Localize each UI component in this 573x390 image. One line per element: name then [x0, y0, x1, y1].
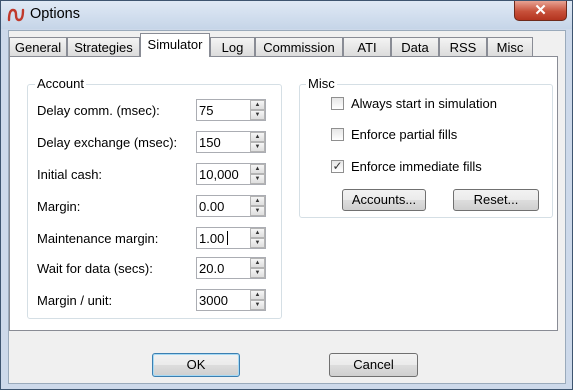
margin-per-unit-input[interactable]: [197, 290, 249, 310]
enforce-immediate-fills-checkbox[interactable]: ✓: [331, 160, 344, 173]
accounts-button[interactable]: Accounts...: [342, 189, 426, 211]
spin-up-icon[interactable]: ▲: [250, 196, 265, 206]
initial-cash-spinner[interactable]: ▲▼: [196, 163, 266, 185]
spin-down-icon[interactable]: ▼: [250, 206, 265, 216]
tab-log[interactable]: Log: [210, 37, 255, 56]
options-window: Options ✕ General Strategies Simulator L…: [0, 0, 573, 390]
initial-cash-input[interactable]: [197, 164, 249, 184]
delay-exchange-spinner[interactable]: ▲▼: [196, 131, 266, 153]
always-start-simulation-checkbox[interactable]: [331, 97, 344, 110]
spin-down-icon[interactable]: ▼: [250, 268, 265, 278]
delay-exchange-label: Delay exchange (msec):: [37, 135, 178, 150]
spin-down-icon[interactable]: ▼: [250, 174, 265, 184]
spin-down-icon[interactable]: ▼: [250, 300, 265, 310]
delay-exchange-input[interactable]: [197, 132, 249, 152]
margin-per-unit-label: Margin / unit:: [37, 293, 113, 308]
delay-comm-input[interactable]: [197, 100, 249, 120]
cancel-button[interactable]: Cancel: [329, 353, 418, 377]
tab-strategies[interactable]: Strategies: [67, 37, 140, 56]
tab-ati[interactable]: ATI: [343, 37, 391, 56]
wait-for-data-input[interactable]: [197, 258, 249, 278]
tab-misc[interactable]: Misc: [487, 37, 533, 56]
app-logo-icon: [7, 8, 25, 22]
spin-up-icon[interactable]: ▲: [250, 100, 265, 110]
tab-commission[interactable]: Commission: [255, 37, 343, 56]
tab-data[interactable]: Data: [391, 37, 439, 56]
close-button[interactable]: ✕: [514, 1, 567, 21]
text-caret: [227, 231, 228, 245]
ok-button[interactable]: OK: [152, 353, 240, 377]
spin-up-icon[interactable]: ▲: [250, 164, 265, 174]
maintenance-margin-spinner[interactable]: ▲▼: [196, 227, 266, 249]
spin-down-icon[interactable]: ▼: [250, 142, 265, 152]
enforce-partial-fills-checkbox[interactable]: [331, 128, 344, 141]
spin-up-icon[interactable]: ▲: [250, 228, 265, 238]
tab-general[interactable]: General: [9, 37, 67, 56]
spin-down-icon[interactable]: ▼: [250, 238, 265, 248]
maintenance-margin-label: Maintenance margin:: [37, 231, 159, 246]
initial-cash-label: Initial cash:: [37, 167, 103, 182]
account-group: Account Delay comm. (msec): ▲▼ Delay exc…: [27, 76, 282, 319]
spin-up-icon[interactable]: ▲: [250, 258, 265, 268]
simulator-panel: Account Delay comm. (msec): ▲▼ Delay exc…: [9, 56, 558, 331]
title-bar[interactable]: Options ✕: [1, 1, 572, 29]
margin-per-unit-spinner[interactable]: ▲▼: [196, 289, 266, 311]
misc-group: Misc Always start in simulation Enforce …: [299, 76, 553, 218]
margin-spinner[interactable]: ▲▼: [196, 195, 266, 217]
margin-label: Margin:: [37, 199, 81, 214]
account-group-title: Account: [35, 76, 86, 91]
enforce-immediate-fills-label[interactable]: Enforce immediate fills: [351, 159, 482, 174]
spin-up-icon[interactable]: ▲: [250, 132, 265, 142]
window-title: Options: [30, 6, 80, 22]
close-icon: ✕: [534, 2, 547, 19]
delay-comm-label: Delay comm. (msec):: [37, 103, 160, 118]
spin-down-icon[interactable]: ▼: [250, 110, 265, 120]
dialog-client-area: General Strategies Simulator Log Commiss…: [8, 30, 566, 384]
enforce-partial-fills-label[interactable]: Enforce partial fills: [351, 127, 457, 142]
checkmark-icon: ✓: [332, 159, 343, 173]
wait-for-data-spinner[interactable]: ▲▼: [196, 257, 266, 279]
spin-up-icon[interactable]: ▲: [250, 290, 265, 300]
misc-group-title: Misc: [306, 76, 337, 91]
reset-button[interactable]: Reset...: [453, 189, 539, 211]
delay-comm-spinner[interactable]: ▲▼: [196, 99, 266, 121]
tab-simulator[interactable]: Simulator: [140, 33, 210, 57]
tab-rss[interactable]: RSS: [439, 37, 487, 56]
margin-input[interactable]: [197, 196, 249, 216]
always-start-simulation-label[interactable]: Always start in simulation: [351, 96, 497, 111]
maintenance-margin-input[interactable]: [197, 228, 249, 248]
wait-for-data-label: Wait for data (secs):: [37, 261, 153, 276]
